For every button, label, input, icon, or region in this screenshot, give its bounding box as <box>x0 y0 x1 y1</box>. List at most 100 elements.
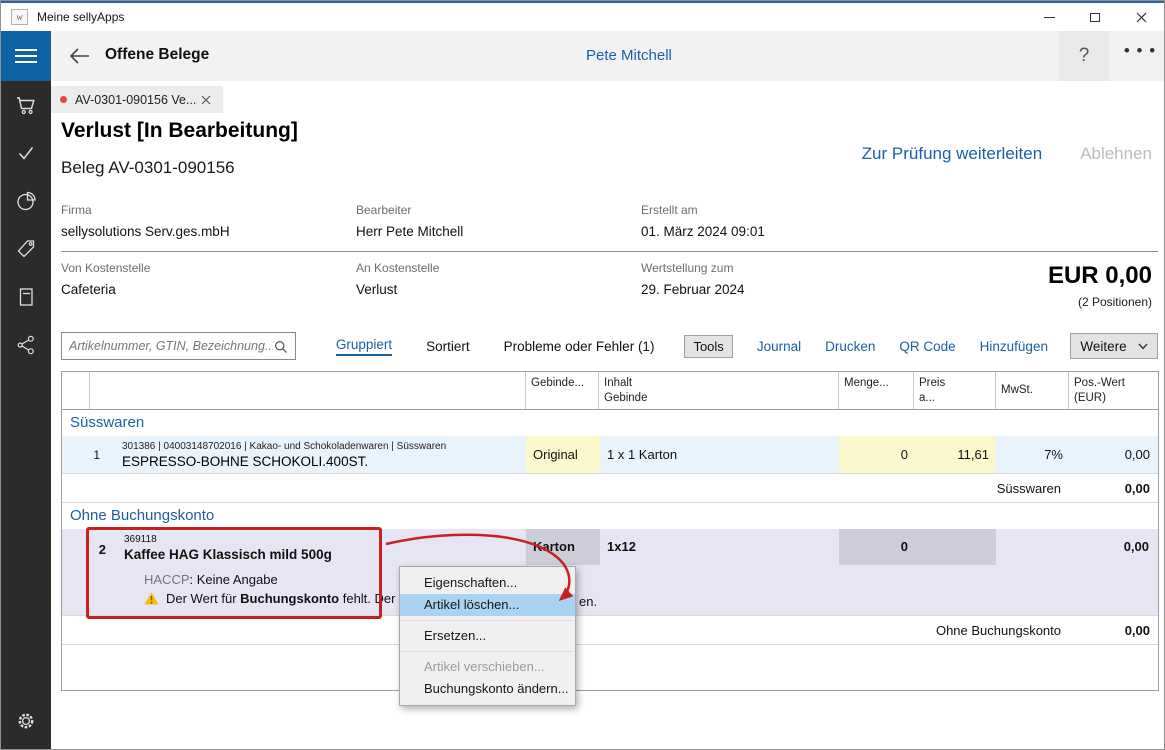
menge-preis-cell[interactable]: 0 11,61 <box>839 436 996 473</box>
close-icon <box>201 95 211 105</box>
window-titlebar: w Meine sellyApps <box>1 1 1164 31</box>
haccp-line: HACCP: Keine Angabe <box>144 572 278 587</box>
positions-toolbar: Gruppiert Sortiert Probleme oder Fehler … <box>61 332 1158 360</box>
article-name: Kaffee HAG Klassisch mild 500g <box>124 547 332 562</box>
toggle-sorted[interactable]: Sortiert <box>426 339 470 354</box>
haccp-label: HACCP <box>144 572 190 587</box>
book-icon <box>14 285 38 309</box>
col-mwst[interactable]: MwSt. <box>996 372 1069 409</box>
sidebar-item-share[interactable] <box>1 321 51 369</box>
sidebar-item-labels[interactable] <box>1 225 51 273</box>
menu-button[interactable] <box>1 31 51 81</box>
table-row-selected[interactable]: 2 369118 Kaffee HAG Klassisch mild 500g … <box>62 529 1158 615</box>
article-meta: 301386 | 04003148702016 | Kakao- und Sch… <box>122 441 526 452</box>
group-footer-label: Süsswaren <box>997 481 1061 496</box>
sidebar-item-settings[interactable] <box>1 697 51 745</box>
back-button[interactable] <box>65 44 95 68</box>
haccp-value: : Keine Angabe <box>190 572 278 587</box>
field-bearbeiter: Bearbeiter Herr Pete Mitchell <box>356 203 463 239</box>
col-pos-wert[interactable]: Pos.-Wert (EUR) <box>1069 372 1158 409</box>
inhalt-cell: 1x12 <box>607 529 636 565</box>
sidebar-nav <box>1 81 51 750</box>
tab-close-button[interactable] <box>198 92 214 108</box>
gebinde-cell[interactable]: Karton <box>526 529 600 565</box>
menge-value[interactable]: 0 <box>839 529 914 565</box>
row-number: 2 <box>92 542 106 557</box>
pos-wert-value: 0,00 <box>1069 436 1158 473</box>
header-more-button[interactable]: • • • <box>1117 31 1163 81</box>
document-title: Verlust [In Bearbeitung] <box>61 119 298 143</box>
field-label: An Kostenstelle <box>356 261 439 275</box>
price-tag-icon <box>14 237 38 261</box>
window-title: Meine sellyApps <box>37 10 124 24</box>
field-label: Firma <box>61 203 230 217</box>
field-wertstellung: Wertstellung zum 29. Februar 2024 <box>641 261 745 297</box>
forward-for-review-button[interactable]: Zur Prüfung weiterleiten <box>862 144 1042 164</box>
more-dropdown-button[interactable]: Weitere <box>1070 333 1158 359</box>
tools-button[interactable]: Tools <box>684 335 732 358</box>
menge-preis-cell[interactable]: 0 <box>839 529 996 565</box>
chevron-down-icon <box>1138 343 1148 350</box>
unsaved-changes-dot <box>60 96 67 103</box>
context-menu: Eigenschaften... Artikel löschen... Erse… <box>399 566 576 706</box>
article-description: 301386 | 04003148702016 | Kakao- und Sch… <box>106 436 526 473</box>
more-dropdown-label: Weitere <box>1080 339 1126 354</box>
warning-text-tail: en. <box>579 594 597 609</box>
document-tab[interactable]: AV-0301-090156 Ve... <box>51 86 223 113</box>
group-footer-suesswaren: Süsswaren 0,00 <box>62 473 1158 503</box>
settings-gear-icon <box>14 709 38 733</box>
col-gebinde[interactable]: Gebinde... <box>526 372 599 409</box>
add-link[interactable]: Hinzufügen <box>980 339 1048 354</box>
minimize-button[interactable] <box>1026 3 1072 31</box>
journal-link[interactable]: Journal <box>757 339 801 354</box>
minimize-icon <box>1044 17 1055 18</box>
sidebar-item-tasks[interactable] <box>1 129 51 177</box>
share-icon <box>14 333 38 357</box>
tab-label: AV-0301-090156 Ve... <box>75 93 198 107</box>
fields-divider <box>61 251 1158 252</box>
field-an-kostenstelle: An Kostenstelle Verlust <box>356 261 439 297</box>
positions-table: Gebinde... Inhalt Gebinde Menge... Preis… <box>61 371 1159 691</box>
field-value: 29. Februar 2024 <box>641 282 745 297</box>
field-von-kostenstelle: Von Kostenstelle Cafeteria <box>61 261 150 297</box>
menu-item-ersetzen[interactable]: Ersetzen... <box>400 625 575 647</box>
print-link[interactable]: Drucken <box>825 339 875 354</box>
check-icon <box>14 141 38 165</box>
toggle-problems[interactable]: Probleme oder Fehler (1) <box>504 339 655 354</box>
article-meta: 369118 <box>124 534 157 545</box>
user-menu[interactable]: Pete Mitchell <box>586 47 672 64</box>
menu-item-buchungskonto-aendern[interactable]: Buchungskonto ändern... <box>400 678 575 700</box>
menu-separator <box>401 651 574 652</box>
field-value: Herr Pete Mitchell <box>356 224 463 239</box>
mwst-value: 7% <box>996 436 1069 473</box>
menu-item-eigenschaften[interactable]: Eigenschaften... <box>400 572 575 594</box>
app-logo-icon: w <box>11 9 28 25</box>
group-footer-ohne-buchungskonto: Ohne Buchungskonto 0,00 <box>62 615 1158 645</box>
search-input[interactable] <box>69 339 273 353</box>
reject-button[interactable]: Ablehnen <box>1080 144 1152 164</box>
close-button[interactable] <box>1118 3 1164 31</box>
help-button[interactable]: ? <box>1059 31 1109 81</box>
col-menge[interactable]: Menge... <box>839 372 914 409</box>
field-label: Bearbeiter <box>356 203 463 217</box>
col-preis[interactable]: Preis a... <box>914 372 996 409</box>
pos-wert-value: 0,00 <box>1069 529 1157 565</box>
sidebar-item-cart[interactable] <box>1 81 51 129</box>
article-search[interactable] <box>61 332 296 360</box>
warning-text: Der Wert für Buchungskonto fehlt. Der We… <box>166 591 434 606</box>
sidebar-item-journal[interactable] <box>1 273 51 321</box>
preis-value[interactable]: 11,61 <box>914 447 996 462</box>
inhalt-cell: 1 x 1 Karton <box>600 436 839 473</box>
sidebar-item-reports[interactable] <box>1 177 51 225</box>
maximize-button[interactable] <box>1072 3 1118 31</box>
qr-code-link[interactable]: QR Code <box>899 339 955 354</box>
menge-value[interactable]: 0 <box>839 447 914 462</box>
field-value: Verlust <box>356 282 439 297</box>
table-row[interactable]: 1 301386 | 04003148702016 | Kakao- und S… <box>62 436 1158 473</box>
toggle-grouped[interactable]: Gruppiert <box>336 337 392 356</box>
gebinde-cell[interactable]: Original <box>526 436 600 473</box>
app-window: w Meine sellyApps Offene Belege Pete Mit… <box>0 0 1165 750</box>
positions-count: (2 Positionen) <box>1048 295 1152 309</box>
menu-item-artikel-loeschen[interactable]: Artikel löschen... <box>400 594 575 616</box>
col-inhalt[interactable]: Inhalt Gebinde <box>599 372 839 409</box>
